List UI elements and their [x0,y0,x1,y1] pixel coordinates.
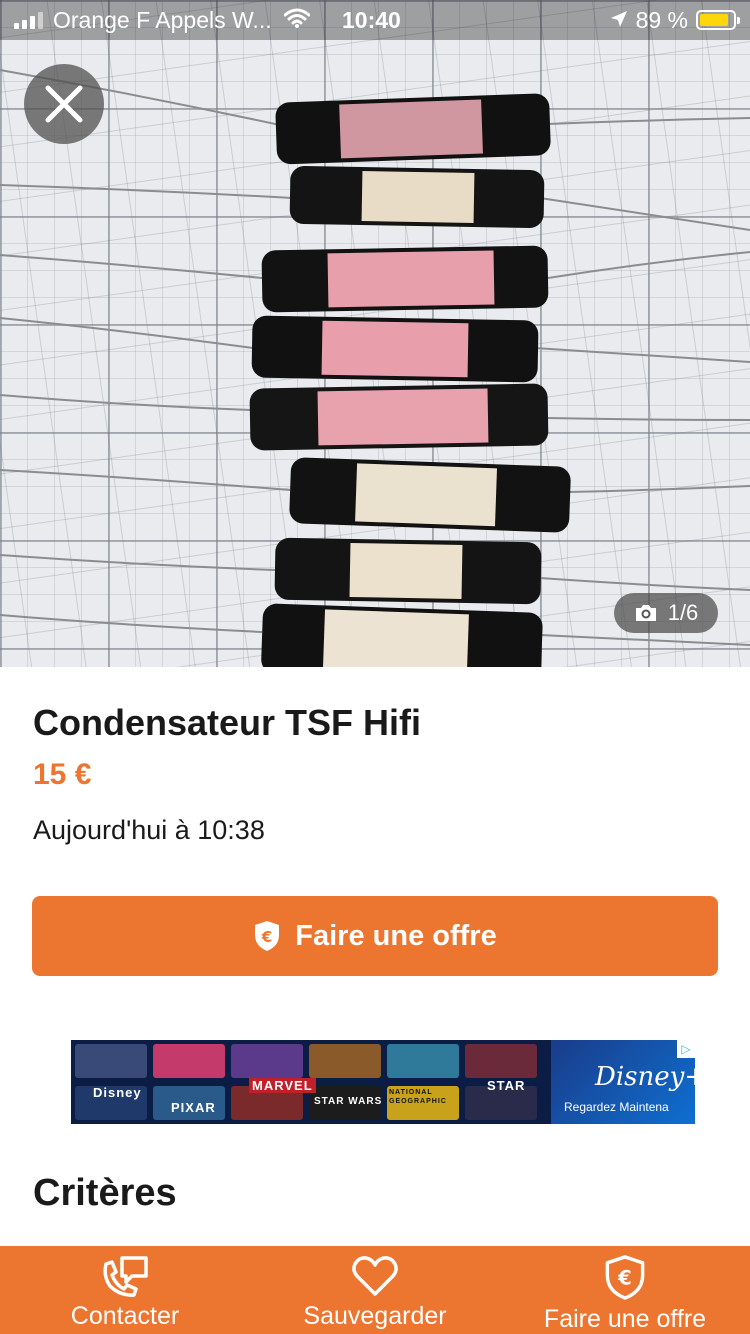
listing-photo[interactable] [0,0,750,667]
wifi-icon [283,7,311,34]
close-icon [45,85,83,123]
svg-text:€: € [617,1266,632,1289]
adchoices-icon[interactable]: ▷ [677,1040,695,1058]
photo-counter-text: 1/6 [667,600,699,625]
save-button[interactable]: Sauvegarder [250,1246,500,1334]
ad-tile-pixar: PIXAR [171,1100,216,1115]
status-bar: Orange F Appels W... 10:40 89 % [0,0,750,40]
listing-date: Aujourd'hui à 10:38 [33,815,265,845]
ad-tile-natgeo: NATIONAL GEOGRAPHIC [389,1089,447,1105]
heart-icon [352,1256,398,1296]
listing-title: Condensateur TSF Hifi [33,702,422,743]
bottom-action-bar: Contacter Sauvegarder € Faire une offre [0,1246,750,1334]
ad-tile-starwars: STAR WARS [314,1096,383,1107]
ad-tiles: Disney PIXAR MARVEL STAR WARS NATIONAL G… [71,1040,551,1124]
ad-tile-star: STAR [487,1078,526,1093]
svg-text:€: € [261,928,272,946]
battery-icon [696,10,740,30]
ad-tagline: Regardez Maintena [564,1100,669,1114]
camera-icon [635,605,656,621]
phone-chat-icon [103,1256,148,1297]
carrier-name: Orange F Appels W... [53,6,272,33]
contact-label: Contacter [70,1302,180,1330]
close-button[interactable] [24,64,104,144]
contact-button[interactable]: Contacter [0,1246,250,1334]
criteria-heading: Critères [33,1172,177,1214]
signal-icon [14,11,43,29]
ad-tile-marvel: MARVEL [249,1078,316,1093]
ad-tile-disney: Disney [93,1085,142,1100]
shield-euro-icon: € [605,1255,645,1300]
bottom-offer-button[interactable]: € Faire une offre [500,1246,750,1334]
shield-euro-icon: € [255,921,280,951]
photo-counter[interactable]: 1/6 [614,593,718,633]
capacitors-image [0,69,750,667]
save-label: Sauvegarder [303,1302,447,1330]
location-arrow-icon [610,7,628,34]
status-time: 10:40 [342,6,401,33]
make-offer-label: Faire une offre [295,919,497,952]
battery-percent: 89 % [635,6,688,33]
listing-price: 15 € [33,758,92,791]
ad-brand: Disney+ [595,1062,695,1092]
ad-banner[interactable]: Disney PIXAR MARVEL STAR WARS NATIONAL G… [71,1040,695,1124]
bottom-offer-label: Faire une offre [543,1305,707,1333]
make-offer-button[interactable]: € Faire une offre [32,896,718,976]
